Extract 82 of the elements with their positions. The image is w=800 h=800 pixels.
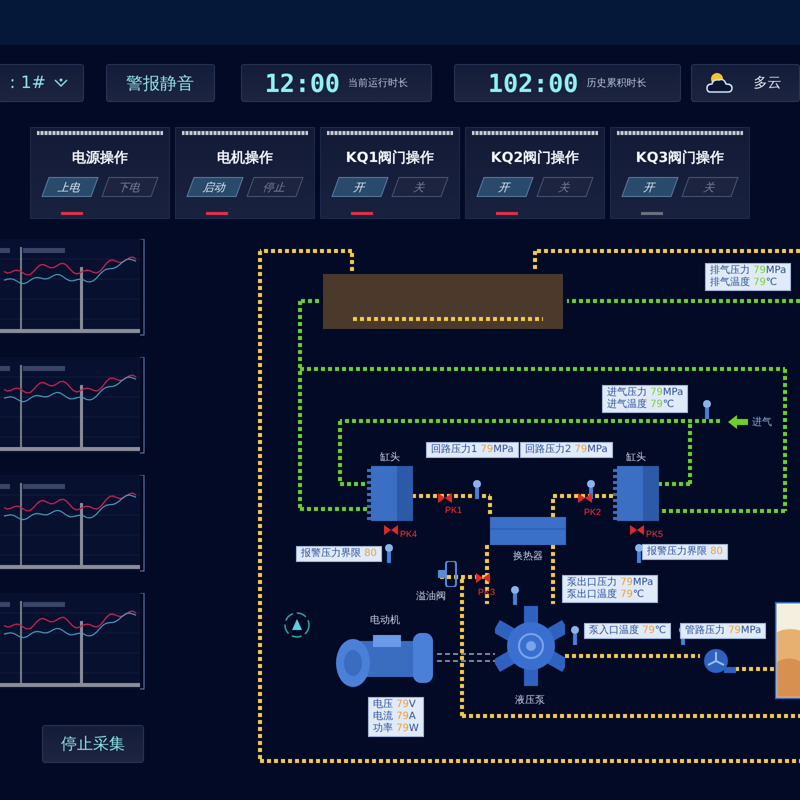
inlet-arrow-icon	[728, 415, 748, 429]
toggle-option[interactable]: 开	[621, 177, 679, 197]
readout-line: 电流 79A	[373, 711, 417, 722]
stop-collection-button[interactable]: 停止采集	[42, 725, 144, 763]
readout-line: 泵出口温度 79℃	[567, 589, 646, 601]
chart-tag	[23, 484, 65, 489]
component-label: 缸头	[626, 450, 646, 464]
valve-icon	[476, 573, 490, 583]
cursor-line	[80, 267, 83, 329]
chart-tag	[0, 366, 10, 371]
chart-tag	[0, 484, 10, 489]
gauge-icon	[634, 543, 644, 563]
toggle-option[interactable]: 下电	[101, 177, 159, 197]
valve-label: PK1	[445, 505, 462, 515]
chart-tag	[0, 248, 10, 253]
valve-label: PK5	[646, 529, 664, 539]
card-title: 电源操作	[72, 149, 128, 167]
readout-line: 管路压力 79MPa	[685, 625, 762, 637]
timer-value: 102:00	[488, 68, 578, 98]
readout-line: 泵入口温度 79℃	[589, 625, 666, 637]
component-label: 液压泵	[515, 694, 545, 707]
rotate-icon	[283, 611, 311, 639]
cylinder-head-drawing	[367, 466, 413, 521]
valve-icon	[438, 493, 452, 503]
readout-line: 报警压力界限 80	[647, 546, 723, 558]
gauge-icon	[570, 625, 580, 645]
cursor-line	[80, 621, 83, 683]
oil-pipe-segment	[551, 545, 555, 604]
gauge-icon	[702, 399, 712, 419]
gauge-icon	[472, 479, 482, 499]
device-dropdown[interactable]: : 1#	[0, 64, 84, 102]
toggle-option[interactable]: 开	[476, 177, 534, 197]
caret-icon	[54, 78, 68, 88]
mute-alarm-button[interactable]: 警报静音	[106, 64, 215, 102]
readout-line: 回路压力2 79MPa	[525, 444, 608, 456]
toggle-option[interactable]: 停止	[246, 177, 304, 197]
timer-label: 当前运行时长	[348, 76, 408, 90]
valve-label: PK3	[478, 587, 496, 597]
cylinder-head-drawing	[613, 466, 659, 521]
gauge-icon	[510, 585, 520, 605]
weather-label: 多云	[754, 74, 782, 92]
toggle-option[interactable]: 开	[331, 177, 389, 197]
chart-tag	[23, 602, 65, 607]
card-title: KQ3阀门操作	[636, 149, 724, 167]
readout-line: 电压 79V	[373, 699, 417, 710]
oil-pipe-segment	[735, 667, 775, 671]
chart-tag	[23, 366, 65, 371]
timer-label: 历史累积时长	[586, 76, 646, 90]
inlet-label: 进气	[752, 416, 772, 429]
toggle-option[interactable]: 关	[681, 177, 739, 197]
gauge-icon	[384, 543, 394, 563]
readout-line: 报警压力界限 80	[301, 548, 377, 560]
relief-valve-icon	[438, 561, 460, 587]
toggle-option[interactable]: 关	[391, 177, 449, 197]
component-label: 溢油阀	[416, 590, 446, 603]
readout-line: 排气压力 79MPa	[710, 265, 786, 276]
card-title: 电机操作	[217, 149, 273, 167]
toggle-option[interactable]: 关	[536, 177, 594, 197]
readout-line: 泵出口压力 79MPa	[567, 577, 654, 588]
card-title: KQ2阀门操作	[490, 149, 580, 167]
card-title: KQ1阀门操作	[346, 149, 434, 167]
component-label: 电动机	[370, 614, 400, 627]
valve-icon	[578, 493, 592, 503]
timer-value: 12:00	[264, 68, 340, 98]
valve-label: PK2	[584, 507, 602, 517]
chart-tag	[23, 248, 65, 253]
toggle-option[interactable]: 上电	[41, 177, 99, 197]
readout-line: 进气压力 79MPa	[607, 387, 684, 398]
valve-icon	[384, 525, 398, 535]
readout-line: 排气温度 79℃	[710, 277, 778, 289]
readout-line: 功率 79W	[373, 723, 419, 735]
component-label: 缸头	[380, 450, 400, 464]
cursor-line	[80, 503, 83, 565]
toggle-option[interactable]: 启动	[186, 177, 244, 197]
cursor-line	[80, 385, 83, 447]
readout-line: 进气温度 79℃	[607, 399, 676, 411]
valve-icon	[630, 525, 644, 535]
shaft-line	[437, 653, 495, 662]
chart-tag	[0, 602, 10, 607]
readout-line: 回路压力1 79MPa	[431, 444, 514, 456]
valve-label: PK4	[400, 529, 418, 539]
component-label: 换热器	[513, 550, 543, 563]
